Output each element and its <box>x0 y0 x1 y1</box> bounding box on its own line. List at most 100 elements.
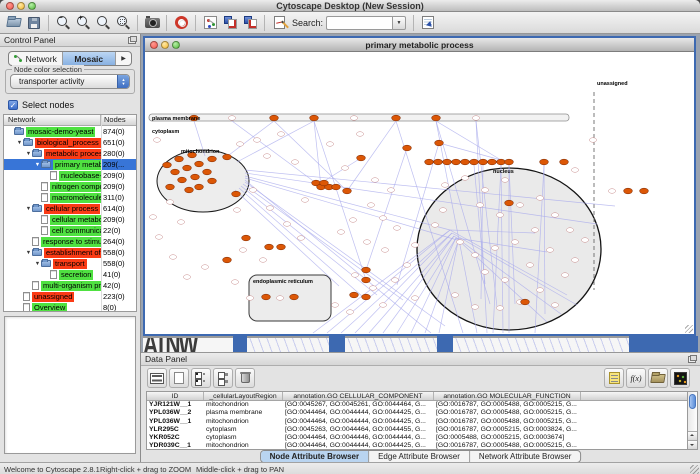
tab-edge-attribute-browser[interactable]: Edge Attribute Browser <box>369 451 470 462</box>
network-node[interactable] <box>276 296 283 301</box>
network-node[interactable] <box>456 240 463 245</box>
network-node-selected[interactable] <box>332 184 341 190</box>
tree-row[interactable]: macromolecule311(0) <box>4 192 136 203</box>
table-row[interactable]: YPL036W__2plasma membrane[GO:0044464, GO… <box>147 409 687 417</box>
network-node[interactable] <box>331 303 338 308</box>
network-node-selected[interactable] <box>357 155 366 161</box>
network-node[interactable] <box>491 246 498 251</box>
network-node[interactable] <box>511 240 518 245</box>
network-node-selected[interactable] <box>178 177 187 183</box>
network-node[interactable] <box>391 278 398 283</box>
node-vizmap-icon[interactable] <box>220 13 240 33</box>
tab-mosaic[interactable]: Mosaic <box>63 52 117 65</box>
network-canvas[interactable]: plasma membranecytoplasmmitochondrionnuc… <box>145 52 694 334</box>
frame-close-button[interactable] <box>150 41 158 49</box>
zoom-in-icon[interactable]: + <box>73 13 93 33</box>
import-attributes-icon[interactable] <box>418 13 438 33</box>
background-window[interactable] <box>247 336 329 352</box>
network-edge[interactable] <box>235 190 339 286</box>
network-node-selected[interactable] <box>540 159 549 165</box>
network-node-selected[interactable] <box>208 156 217 162</box>
scroll-up-button[interactable] <box>688 431 697 440</box>
table-row[interactable]: YKR052Ccytoplasm[GO:0044464, GO:0044446,… <box>147 434 687 442</box>
network-node[interactable] <box>371 178 378 183</box>
network-node[interactable] <box>253 138 260 143</box>
network-node-selected[interactable] <box>171 169 180 175</box>
network-node[interactable] <box>346 310 353 315</box>
network-node-selected[interactable] <box>262 294 271 300</box>
network-node[interactable] <box>472 116 479 121</box>
network-node-selected[interactable] <box>362 294 371 300</box>
tree-header-network[interactable]: Network <box>4 115 101 125</box>
network-node-selected[interactable] <box>265 244 274 250</box>
column-header[interactable]: ID <box>147 392 204 400</box>
network-node[interactable] <box>263 154 270 159</box>
network-node[interactable] <box>441 183 448 188</box>
network-node-selected[interactable] <box>479 159 488 165</box>
network-node-selected[interactable] <box>461 159 470 165</box>
select-nodes-checkbox[interactable]: ✓ <box>8 100 18 110</box>
search-input[interactable] <box>326 16 392 30</box>
network-node[interactable] <box>155 235 162 240</box>
network-node[interactable] <box>481 188 488 193</box>
tab-network[interactable]: Network <box>9 52 63 65</box>
expander-icon[interactable]: ▼ <box>34 261 41 267</box>
network-node[interactable] <box>259 258 266 263</box>
network-node[interactable] <box>461 176 468 181</box>
network-node[interactable] <box>581 238 588 243</box>
network-node[interactable] <box>431 223 438 228</box>
tree-header-nodes[interactable]: Nodes <box>101 115 136 125</box>
network-edge[interactable] <box>225 121 274 158</box>
network-node-selected[interactable] <box>203 169 212 175</box>
network-node-selected[interactable] <box>392 115 401 121</box>
network-node-selected[interactable] <box>277 244 286 250</box>
network-node-selected[interactable] <box>443 159 452 165</box>
network-node[interactable] <box>177 220 184 225</box>
column-header[interactable]: annotation.GO MOLECULAR_FUNCTION <box>434 392 581 400</box>
network-node[interactable] <box>411 243 418 248</box>
network-node[interactable] <box>363 240 370 245</box>
network-node[interactable] <box>496 213 503 218</box>
tree-row[interactable]: ▼metabolic process280(0) <box>4 148 136 159</box>
network-node-selected[interactable] <box>175 156 184 162</box>
network-node[interactable] <box>356 132 363 137</box>
import-attributes-file-icon[interactable] <box>648 368 668 388</box>
network-node-selected[interactable] <box>425 159 434 165</box>
network-node-selected[interactable] <box>310 115 319 121</box>
network-node[interactable] <box>516 203 523 208</box>
window-resize-grip[interactable] <box>690 465 699 474</box>
open-icon[interactable] <box>4 13 24 33</box>
network-node-selected[interactable] <box>350 292 359 298</box>
network-node[interactable] <box>149 215 156 220</box>
network-node-selected[interactable] <box>195 184 204 190</box>
network-node-selected[interactable] <box>403 145 412 151</box>
network-node[interactable] <box>326 142 333 147</box>
network-node[interactable] <box>381 248 388 253</box>
expander-icon[interactable]: ▼ <box>25 250 32 256</box>
unselect-attributes-icon[interactable] <box>213 368 233 388</box>
tree-row[interactable]: nitrogen compo209(0) <box>4 181 136 192</box>
attribute-editor-icon[interactable] <box>604 368 624 388</box>
switch-table-icon[interactable] <box>147 368 167 388</box>
network-node-selected[interactable] <box>320 180 329 186</box>
network-node[interactable] <box>501 278 508 283</box>
network-node[interactable] <box>451 293 458 298</box>
network-node-selected[interactable] <box>223 257 232 263</box>
network-edge[interactable] <box>439 143 501 160</box>
network-node[interactable] <box>571 258 578 263</box>
network-view-icon[interactable] <box>200 13 220 33</box>
network-edge[interactable] <box>237 121 314 162</box>
network-node[interactable] <box>369 286 376 291</box>
network-node[interactable] <box>546 248 553 253</box>
network-node[interactable] <box>183 275 190 280</box>
tree-row[interactable]: unassigned223(0) <box>4 291 136 302</box>
network-node[interactable] <box>228 116 235 121</box>
network-node[interactable] <box>337 230 344 235</box>
zoom-out-icon[interactable]: − <box>53 13 73 33</box>
tree-row[interactable]: ▼cellular process614(0) <box>4 203 136 214</box>
network-node[interactable] <box>153 138 160 143</box>
network-node[interactable] <box>301 198 308 203</box>
network-node-selected[interactable] <box>362 277 371 283</box>
tree-row[interactable]: response to stimulu264(0) <box>4 236 136 247</box>
network-node-selected[interactable] <box>185 187 194 193</box>
